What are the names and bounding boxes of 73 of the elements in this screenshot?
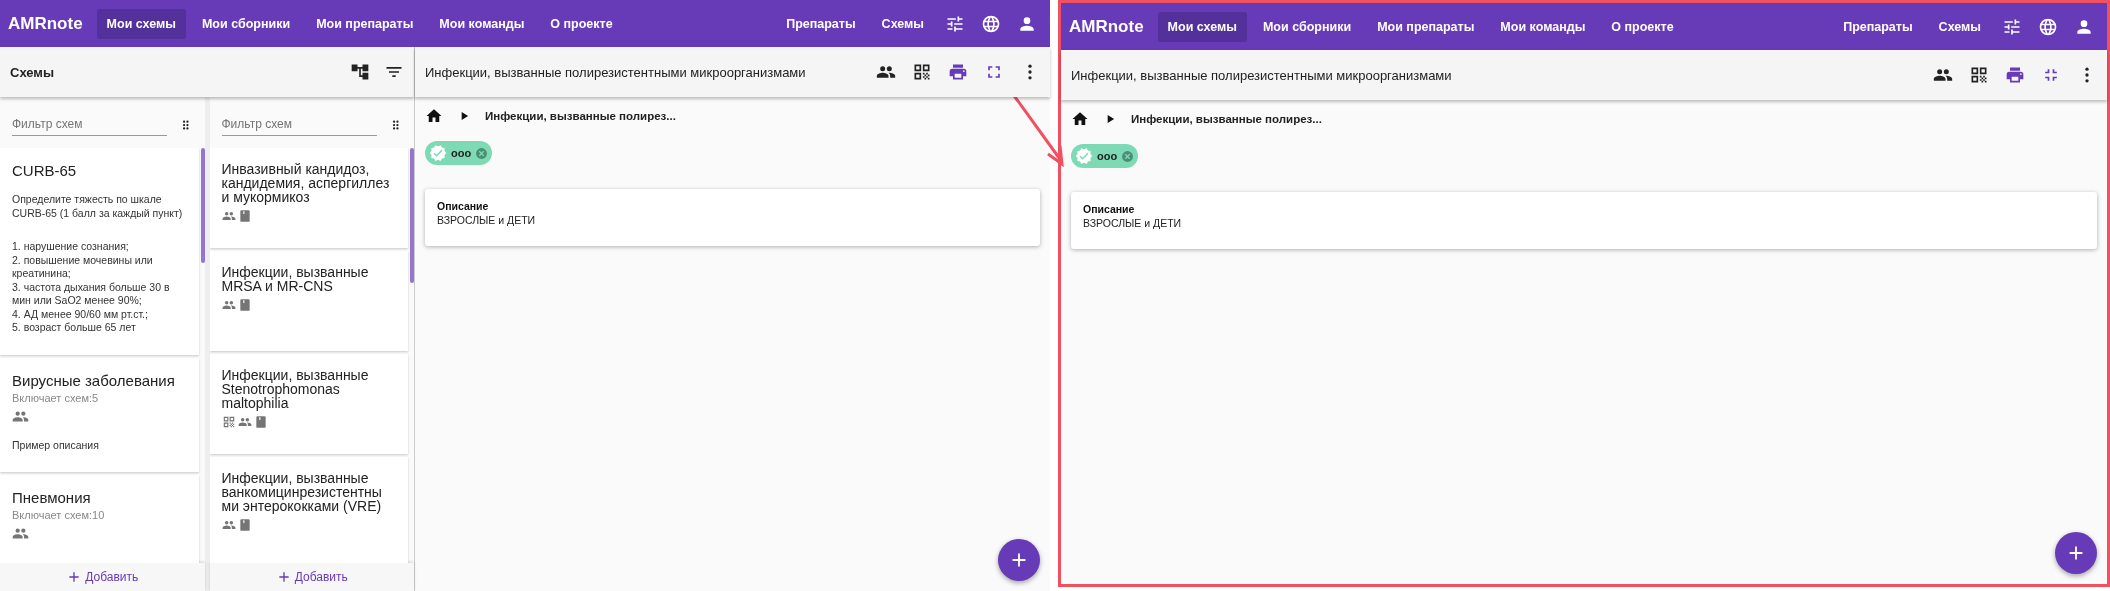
nav-link[interactable]: Мои схемы [1157, 11, 1247, 42]
scheme-card[interactable]: Пневмония Включает схем:10 [0, 475, 199, 563]
card-description: Определите тяжесть по шкале CURB-65 (1 балл за каждый пункт) [12, 193, 184, 220]
home-icon[interactable] [425, 107, 443, 125]
card-text: ВЗРОСЛЫЕ и ДЕТИ [437, 214, 536, 226]
nav-link[interactable]: Препараты [1833, 11, 1923, 42]
globe-icon[interactable] [2038, 16, 2058, 37]
card-title: Инвазивный кандидоз, кандидемия, аспергиллез и мукормикоз [221, 162, 391, 204]
scheme-card[interactable]: Вирусные заболевания Включает схем:5 Пример описания [0, 357, 199, 472]
filter-field[interactable]: Фильтр схем [221, 113, 377, 136]
brand-logo[interactable]: AMRnote [8, 13, 83, 34]
brand-logo[interactable]: AMRnote [1069, 16, 1144, 37]
book-icon [237, 209, 252, 223]
scrollbar-thumb[interactable] [200, 148, 205, 263]
nav-link[interactable]: Мои сборники [191, 8, 301, 39]
home-icon[interactable] [1071, 110, 1089, 128]
add-button[interactable]: Добавить [0, 563, 205, 591]
nav-link[interactable]: Препараты [776, 8, 866, 39]
verified-badge-icon [429, 144, 447, 162]
card-title: Инфекции, вызванные ванкомицинрезистентны ми энтерококками (VRE) [221, 471, 383, 513]
scheme-card[interactable]: Инвазивный кандидоз, кандидемия, аспергиллез и мукормикоз [209, 148, 408, 248]
qr-code-icon[interactable] [912, 62, 932, 82]
breadcrumb-link[interactable]: Инфекции, вызванные полирез... [485, 110, 676, 122]
scrollbar-thumb[interactable] [410, 148, 414, 283]
panel-title: Схемы [10, 64, 55, 80]
nav-link[interactable]: Схемы [1928, 11, 1991, 42]
card-title: Инфекции, вызванные MRSA и MR-CNS [221, 265, 370, 293]
scheme-title: Инфекции, вызванные полирезистентными микроорганизмами [425, 64, 806, 80]
card-subtitle: Включает схем:10 [12, 509, 105, 521]
scheme-card[interactable]: Инфекции, вызванные MRSA и MR-CNS [209, 251, 408, 351]
verified-badge-icon [1075, 147, 1093, 165]
tag-chip[interactable]: ооо [425, 141, 493, 165]
tree-icon[interactable] [350, 62, 370, 82]
card-heading: Описание [437, 200, 489, 212]
nav-link[interactable]: Схемы [871, 8, 934, 39]
group-icon [221, 298, 236, 312]
card-title: CURB-65 [12, 162, 77, 179]
book-icon [237, 518, 252, 532]
scheme-title: Инфекции, вызванные полирезистентными микроорганизмами [1071, 67, 1452, 83]
nav-link[interactable]: Мои препараты [1367, 11, 1485, 42]
card-text: ВЗРОСЛЫЕ и ДЕТИ [1083, 217, 1182, 229]
qr-code-icon[interactable] [1969, 65, 1989, 85]
card-title: Инфекции, вызванные Stenotrophomonas maltophilia [221, 368, 370, 410]
card-title: Вирусные заболевания [12, 371, 175, 389]
breadcrumb-link[interactable]: Инфекции, вызванные полирез... [1131, 113, 1322, 125]
card-description: Пример описания [12, 438, 99, 452]
scheme-card[interactable]: Инфекции, вызванные ванкомицинрезистентны ми энтерококками (VRE) [209, 457, 408, 563]
nav-link[interactable]: Мои схемы [96, 8, 186, 39]
book-icon [253, 415, 268, 429]
scheme-card[interactable]: Инфекции, вызванные Stenotrophomonas maltophilia [209, 354, 408, 454]
add-button[interactable]: Добавить [209, 563, 414, 591]
group-icon [221, 518, 236, 532]
nav-link[interactable]: О проекте [1601, 11, 1684, 42]
book-icon [237, 298, 252, 312]
card-description: 1. нарушение сознания; 2. повышение мочевины или креатинина; 3. частота дыхания больше 30 в мин или SaO2 менее 90%; 4. АД менее 90/60 мм рт.ст.; 5. возраст больше 65 лет [12, 240, 171, 335]
card-heading: Описание [1083, 203, 1135, 215]
nav-link[interactable]: Мои команды [1490, 11, 1596, 42]
card-subtitle: Включает схем:5 [12, 391, 99, 404]
nav-link[interactable]: Мои сборники [1252, 11, 1362, 42]
filter-field[interactable]: Фильтр схем [12, 113, 167, 136]
card-title: Пневмония [12, 489, 91, 506]
nav-link[interactable]: О проекте [540, 8, 623, 39]
group-icon [237, 415, 252, 429]
group-icon [221, 209, 236, 223]
nav-link[interactable]: Мои препараты [306, 8, 424, 39]
add-fab[interactable] [998, 539, 1040, 581]
print-icon[interactable] [2005, 65, 2025, 85]
tag-chip[interactable]: ооо [1071, 144, 1139, 168]
scheme-card[interactable] [0, 148, 199, 355]
print-icon[interactable] [948, 62, 968, 82]
nav-link[interactable]: Мои команды [429, 8, 535, 39]
globe-icon[interactable] [981, 13, 1001, 34]
add-fab[interactable] [2055, 532, 2097, 574]
